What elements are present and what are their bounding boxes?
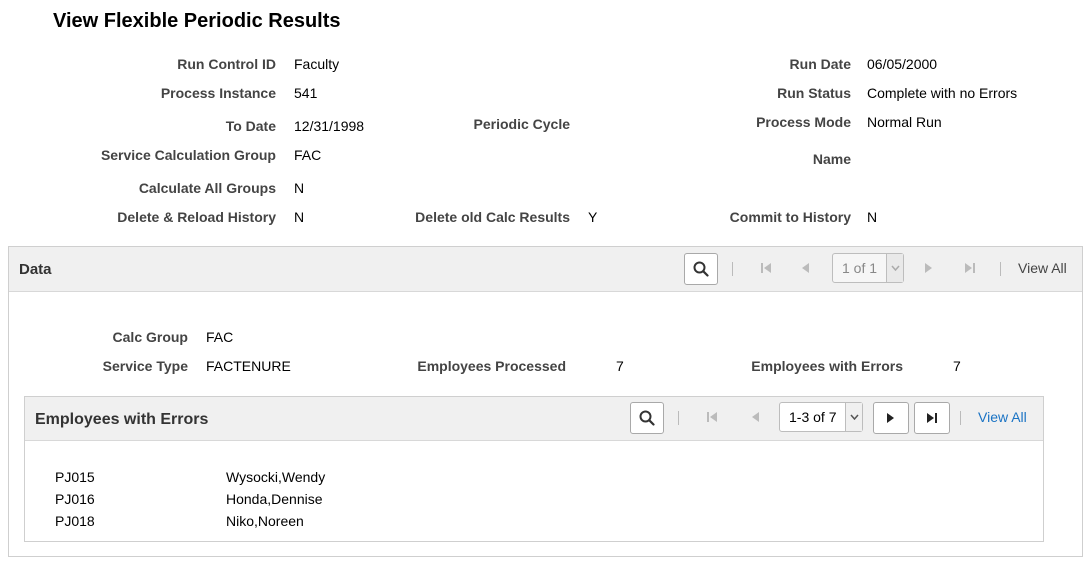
- delete-reload-history-value: N: [294, 209, 305, 225]
- service-type-value: FACTENURE: [206, 358, 291, 374]
- last-page-icon: [927, 413, 937, 423]
- chevron-down-icon: [845, 403, 862, 431]
- employee-id: PJ015: [55, 469, 95, 485]
- next-page-icon: [924, 262, 934, 274]
- first-page-icon: [706, 411, 718, 423]
- next-page-button[interactable]: [873, 402, 909, 434]
- data-search-button[interactable]: [684, 253, 718, 285]
- run-date-label: Run Date: [789, 56, 851, 72]
- employees-processed-value: 7: [616, 358, 624, 374]
- data-pager-select[interactable]: 1 of 1: [832, 253, 904, 283]
- employees-errors-grid: Employees with Errors 1-3 of 7 View All …: [24, 396, 1044, 542]
- service-type-label: Service Type: [102, 358, 188, 374]
- name-label: Name: [812, 151, 851, 167]
- page-title: View Flexible Periodic Results: [53, 10, 341, 32]
- data-panel-header: Data 1 of 1 View All: [9, 247, 1082, 292]
- delete-reload-history-label: Delete & Reload History: [117, 209, 276, 225]
- periodic-cycle-label: Periodic Cycle: [473, 116, 571, 132]
- data-view-all-link[interactable]: View All: [1018, 260, 1067, 276]
- data-panel-title: Data: [19, 261, 52, 278]
- previous-page-icon: [800, 262, 810, 274]
- toolbar-separator: [1000, 262, 1001, 276]
- run-control-id-value: Faculty: [294, 56, 340, 72]
- employees-processed-label: Employees Processed: [417, 358, 566, 374]
- employees-with-errors-value: 7: [953, 358, 961, 374]
- previous-page-icon: [750, 411, 760, 423]
- run-date-value: 06/05/2000: [867, 56, 938, 72]
- run-control-id-label: Run Control ID: [177, 56, 276, 72]
- toolbar-separator: [732, 262, 733, 276]
- errors-pager-select[interactable]: 1-3 of 7: [779, 402, 863, 432]
- employee-name: Niko,Noreen: [226, 513, 304, 529]
- last-page-icon: [964, 262, 976, 274]
- process-instance-value: 541: [294, 85, 318, 101]
- errors-view-all-link[interactable]: View All: [978, 409, 1027, 425]
- search-icon: [693, 261, 709, 277]
- run-status-label: Run Status: [777, 85, 851, 101]
- employee-id: PJ016: [55, 491, 95, 507]
- toolbar-separator: [678, 411, 679, 425]
- employee-name: Honda,Dennise: [226, 491, 323, 507]
- errors-pager-text: 1-3 of 7: [789, 409, 837, 425]
- employees-with-errors-label: Employees with Errors: [751, 358, 903, 374]
- calc-all-groups-value: N: [294, 180, 305, 196]
- first-page-icon: [760, 262, 772, 274]
- errors-search-button[interactable]: [630, 402, 664, 434]
- run-status-value: Complete with no Errors: [867, 85, 1018, 101]
- data-pager-text: 1 of 1: [842, 260, 878, 276]
- calc-all-groups-label: Calculate All Groups: [138, 180, 276, 196]
- toolbar-separator: [960, 411, 961, 425]
- chevron-down-icon: [886, 254, 903, 282]
- to-date-value: 12/31/1998: [294, 118, 365, 134]
- calc-group-label: Calc Group: [112, 329, 188, 345]
- employees-errors-header: Employees with Errors 1-3 of 7 View All: [25, 397, 1043, 441]
- process-instance-label: Process Instance: [160, 85, 276, 101]
- to-date-label: To Date: [225, 118, 276, 134]
- search-icon: [639, 410, 655, 426]
- last-page-button[interactable]: [914, 402, 950, 434]
- process-mode-label: Process Mode: [756, 114, 851, 130]
- commit-history-label: Commit to History: [729, 209, 851, 225]
- calc-group-value: FAC: [206, 329, 234, 345]
- delete-old-calc-value: Y: [588, 209, 598, 225]
- employee-id: PJ018: [55, 513, 95, 529]
- employees-errors-title: Employees with Errors: [35, 411, 209, 428]
- commit-history-value: N: [867, 209, 878, 225]
- service-calc-group-label: Service Calculation Group: [100, 147, 276, 163]
- employee-name: Wysocki,Wendy: [226, 469, 326, 485]
- service-calc-group-value: FAC: [294, 147, 322, 163]
- next-page-icon: [887, 413, 894, 423]
- delete-old-calc-label: Delete old Calc Results: [415, 209, 570, 225]
- process-mode-value: Normal Run: [867, 114, 942, 130]
